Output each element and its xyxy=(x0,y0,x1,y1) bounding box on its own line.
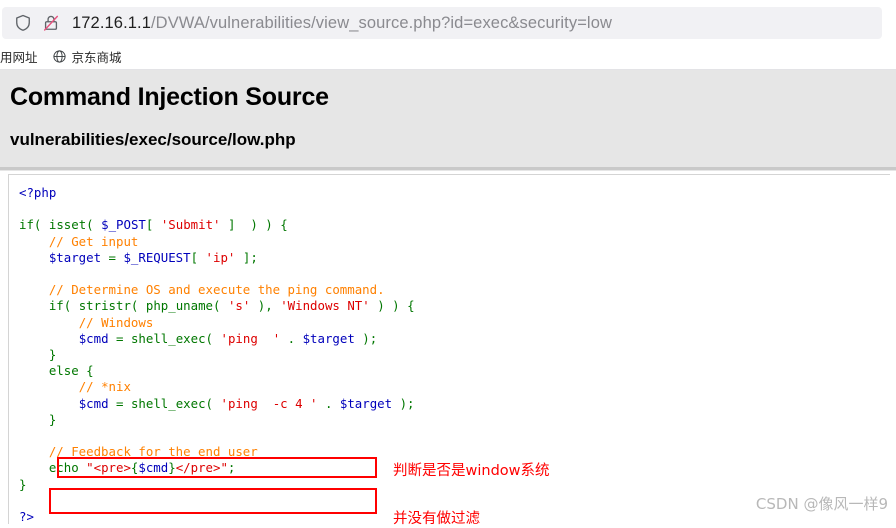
url-host: 172.16.1.1 xyxy=(72,13,151,32)
bookmark-label: 用网址 xyxy=(0,50,38,65)
insecure-lock-icon[interactable] xyxy=(40,12,62,34)
page-subtitle: vulnerabilities/exec/source/low.php xyxy=(10,130,296,149)
url-path: /DVWA/vulnerabilities/view_source.php?id… xyxy=(151,13,612,32)
annotation-no-filter: 并没有做过滤 xyxy=(393,511,480,527)
bookmark-item-0[interactable]: 用网址 xyxy=(0,47,38,66)
shield-icon[interactable] xyxy=(12,12,34,34)
bookmark-item-1[interactable]: 京东商城 xyxy=(52,47,122,66)
page-header-band: Command Injection Source vulnerabilities… xyxy=(0,70,896,170)
address-bar[interactable]: 172.16.1.1/DVWA/vulnerabilities/view_sou… xyxy=(2,7,882,39)
globe-icon xyxy=(52,49,67,64)
source-code-area: <?php if( isset( $_POST[ 'Submit' ] ) ) … xyxy=(0,171,896,527)
annotation-os-check: 判断是否是window系统 xyxy=(393,463,550,479)
page-content: Command Injection Source vulnerabilities… xyxy=(0,70,896,527)
browser-chrome: 172.16.1.1/DVWA/vulnerabilities/view_sou… xyxy=(0,0,896,70)
page-title: Command Injection Source xyxy=(10,83,329,111)
bookmarks-bar: 用网址 京东商城 xyxy=(0,42,896,70)
watermark: CSDN @像风一样9 xyxy=(755,495,888,513)
url-text: 172.16.1.1/DVWA/vulnerabilities/view_sou… xyxy=(72,14,612,33)
omnibox-row: 172.16.1.1/DVWA/vulnerabilities/view_sou… xyxy=(0,6,896,40)
bookmark-label: 京东商城 xyxy=(71,50,122,65)
